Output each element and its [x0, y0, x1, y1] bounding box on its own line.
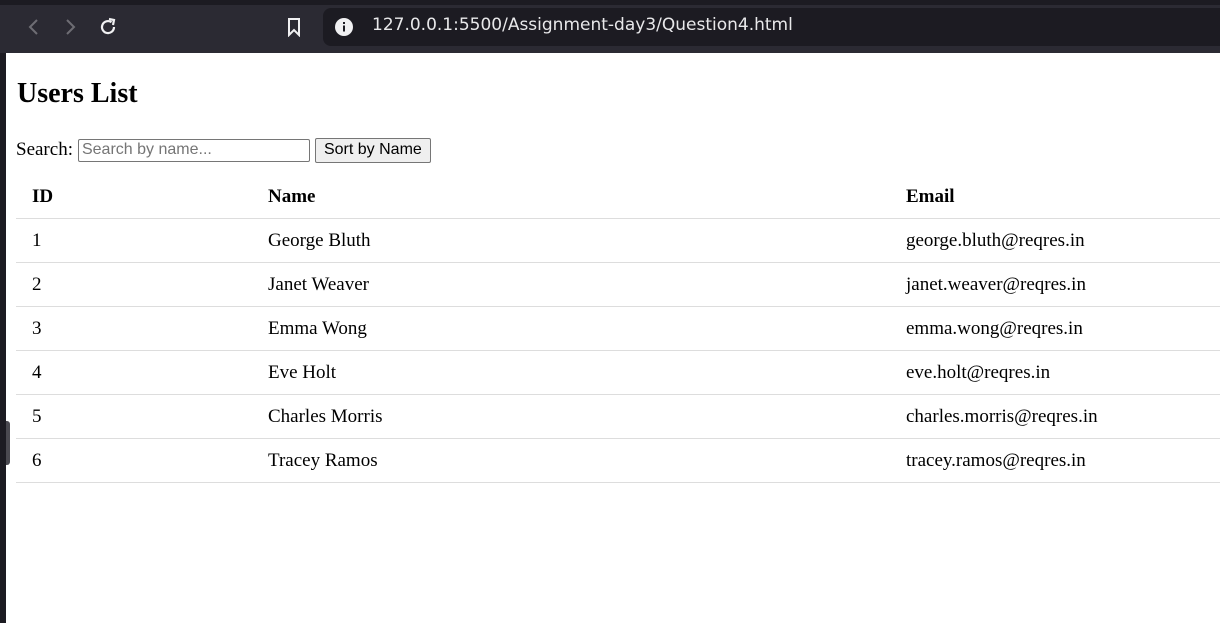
page-content: Users List Search: Sort by Name ID Name …	[6, 53, 1220, 623]
back-icon[interactable]	[21, 14, 47, 40]
cell-id: 4	[16, 350, 252, 395]
cell-email: charles.morris@reqres.in	[890, 394, 1220, 439]
column-header-email: Email	[890, 175, 1220, 219]
column-header-name: Name	[252, 175, 890, 219]
cell-email: tracey.ramos@reqres.in	[890, 438, 1220, 483]
cell-name: George Bluth	[252, 218, 890, 263]
bookmark-icon[interactable]	[281, 14, 307, 40]
search-label: Search:	[16, 139, 73, 160]
cell-email: eve.holt@reqres.in	[890, 350, 1220, 395]
table-row: 4 Eve Holt eve.holt@reqres.in	[16, 350, 1220, 395]
search-input[interactable]	[77, 138, 310, 162]
table-row: 1 George Bluth george.bluth@reqres.in	[16, 218, 1220, 263]
cell-email: george.bluth@reqres.in	[890, 218, 1220, 263]
reload-icon[interactable]	[95, 14, 121, 40]
column-header-id: ID	[16, 175, 252, 219]
table-row: 2 Janet Weaver janet.weaver@reqres.in	[16, 262, 1220, 307]
page-title: Users List	[17, 78, 138, 109]
url-text[interactable]: 127.0.0.1:5500/Assignment-day3/Question4…	[372, 15, 793, 35]
browser-toolbar: 127.0.0.1:5500/Assignment-day3/Question4…	[0, 0, 1220, 53]
cell-id: 6	[16, 438, 252, 483]
cell-id: 1	[16, 218, 252, 263]
cell-name: Emma Wong	[252, 306, 890, 351]
cell-id: 5	[16, 394, 252, 439]
sort-by-name-button[interactable]: Sort by Name	[314, 137, 431, 163]
info-icon[interactable]	[334, 17, 354, 37]
table-row: 3 Emma Wong emma.wong@reqres.in	[16, 306, 1220, 351]
cell-id: 3	[16, 306, 252, 351]
table-row: 6 Tracey Ramos tracey.ramos@reqres.in	[16, 438, 1220, 483]
cell-email: emma.wong@reqres.in	[890, 306, 1220, 351]
table-row: 5 Charles Morris charles.morris@reqres.i…	[16, 394, 1220, 439]
cell-name: Tracey Ramos	[252, 438, 890, 483]
cell-name: Eve Holt	[252, 350, 890, 395]
cell-name: Charles Morris	[252, 394, 890, 439]
sidebar-handle[interactable]	[6, 421, 10, 465]
forward-icon[interactable]	[57, 14, 83, 40]
cell-name: Janet Weaver	[252, 262, 890, 307]
cell-id: 2	[16, 262, 252, 307]
cell-email: janet.weaver@reqres.in	[890, 262, 1220, 307]
table-header-row: ID Name Email	[16, 175, 1220, 219]
users-table: ID Name Email 1 George Bluth george.blut…	[16, 175, 1220, 483]
search-row: Search: Sort by Name	[16, 137, 431, 163]
